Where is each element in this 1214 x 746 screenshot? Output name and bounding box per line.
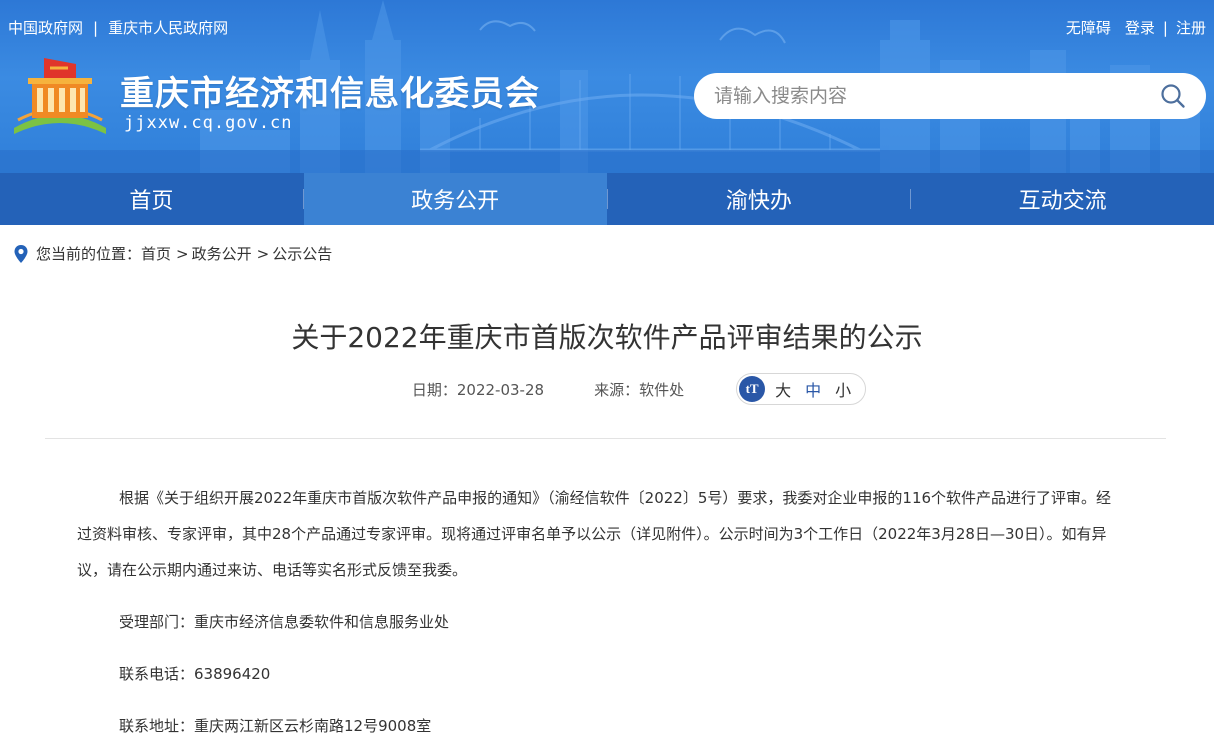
- search-box: [694, 73, 1206, 119]
- breadcrumb-government-affairs[interactable]: 政务公开: [192, 243, 252, 264]
- site-logo-icon[interactable]: [10, 54, 110, 138]
- location-pin-icon: [14, 244, 28, 263]
- register-link[interactable]: 注册: [1176, 17, 1206, 38]
- search-input[interactable]: [714, 85, 1160, 107]
- breadcrumb-arrow: >: [256, 244, 270, 263]
- font-size-icon: tT: [739, 376, 766, 402]
- nav-home[interactable]: 首页: [0, 173, 303, 225]
- accessibility-link[interactable]: 无障碍: [1066, 17, 1111, 38]
- site-domain: jjxxw.cq.gov.cn: [124, 113, 293, 133]
- login-link[interactable]: 登录: [1125, 17, 1155, 38]
- contact-department: 受理部门：重庆市经济信息委软件和信息服务业处: [119, 613, 450, 631]
- breadcrumb: 您当前的位置： 首页 > 政务公开 > 公示公告: [14, 243, 332, 264]
- font-size-large-button[interactable]: 大: [775, 377, 791, 401]
- font-size-control: tT 大 中 小: [736, 373, 867, 405]
- article-paragraph: 根据《关于组织开展2022年重庆市首版次软件产品申报的通知》（渝经信软件〔202…: [77, 489, 1112, 579]
- user-links: 无障碍 登录 | 注册: [1066, 17, 1206, 38]
- site-title[interactable]: 重庆市经济和信息化委员会: [120, 66, 540, 115]
- breadcrumb-home[interactable]: 首页: [141, 243, 171, 264]
- divider: [45, 438, 1166, 439]
- breadcrumb-arrow: >: [176, 244, 189, 263]
- main-nav: 首页 政务公开 渝快办 互动交流: [0, 173, 1214, 225]
- font-size-medium-button[interactable]: 中: [805, 377, 821, 401]
- article-date: 日期：2022-03-28: [411, 380, 545, 399]
- nav-government-affairs[interactable]: 政务公开: [303, 173, 607, 225]
- nav-label: 政务公开: [411, 189, 500, 214]
- nav-label: 渝快办: [725, 189, 792, 214]
- breadcrumb-announcements[interactable]: 公示公告: [272, 243, 332, 264]
- contact-address: 联系地址：重庆两江新区云杉南路12号9008室: [119, 717, 432, 735]
- contact-phone: 联系电话：63896420: [119, 665, 271, 683]
- article-title: 关于2022年重庆市首版次软件产品评审结果的公示: [291, 321, 923, 354]
- top-links: 中国政府网 | 重庆市人民政府网: [8, 17, 228, 38]
- article-body: 根据《关于组织开展2022年重庆市首版次软件产品申报的通知》（渝经信软件〔202…: [77, 480, 1122, 744]
- nav-interaction[interactable]: 互动交流: [911, 173, 1214, 225]
- font-size-small-button[interactable]: 小: [835, 377, 851, 401]
- article-meta: 日期：2022-03-28 来源：软件处 tT 大 中 小: [0, 373, 1214, 405]
- site-header: 中国政府网 | 重庆市人民政府网 无障碍 登录 | 注册 重庆市经济和信息化委员…: [0, 0, 1214, 173]
- nav-label: 首页: [129, 189, 174, 214]
- link-gov-cn[interactable]: 中国政府网: [8, 17, 83, 38]
- article-source: 来源：软件处: [594, 380, 685, 399]
- separator: |: [1162, 18, 1168, 37]
- nav-label: 互动交流: [1018, 189, 1107, 214]
- breadcrumb-prefix: 您当前的位置：: [36, 245, 142, 263]
- link-cq-gov[interactable]: 重庆市人民政府网: [108, 17, 228, 38]
- search-icon[interactable]: [1160, 83, 1186, 109]
- nav-yukuaiban[interactable]: 渝快办: [608, 173, 911, 225]
- separator: |: [93, 18, 99, 37]
